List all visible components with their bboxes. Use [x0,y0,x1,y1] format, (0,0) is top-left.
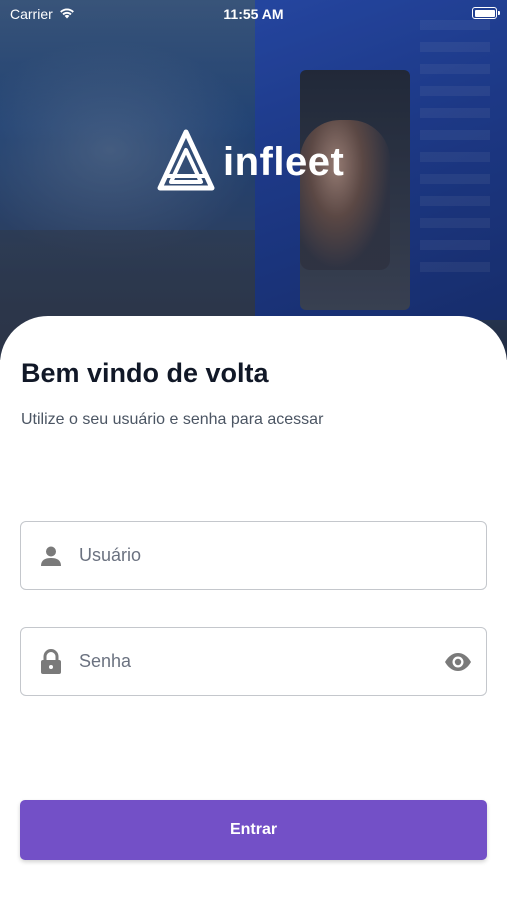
person-icon [39,544,63,568]
username-input[interactable] [63,522,486,589]
username-field[interactable] [20,521,487,590]
app-logo: infleet [157,128,344,197]
lock-icon [39,648,63,674]
password-input[interactable] [63,628,444,695]
password-field[interactable] [20,627,487,696]
page-title: Bem vindo de volta [21,358,269,388]
triangle-logo-icon [157,128,215,197]
battery-icon [472,7,500,19]
eye-icon[interactable] [444,648,472,676]
login-button[interactable]: Entrar [20,800,487,860]
brand-name: infleet [223,140,345,184]
status-bar: Carrier 11:55 AM [0,0,507,28]
status-time: 11:55 AM [223,6,284,22]
page-subtitle: Utilize o seu usuário e senha para acess… [21,411,324,428]
